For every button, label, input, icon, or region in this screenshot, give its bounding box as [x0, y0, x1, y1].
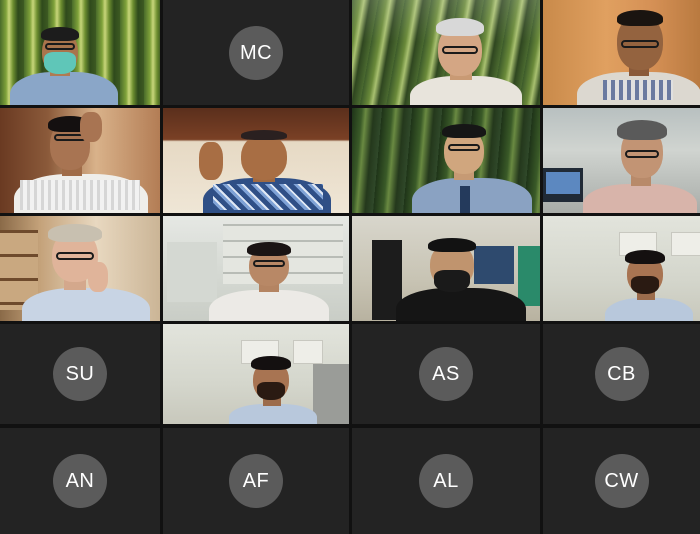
- participant-video-tile[interactable]: [0, 108, 160, 213]
- avatar: AF: [229, 454, 283, 508]
- participant-video-tile[interactable]: [163, 216, 349, 321]
- participant-avatar-tile[interactable]: MC: [163, 0, 349, 105]
- participant-avatar-tile[interactable]: SU: [0, 324, 160, 424]
- avatar: SU: [53, 347, 107, 401]
- participant-video: [352, 0, 540, 105]
- participant-video-tile[interactable]: [543, 216, 700, 321]
- participant-avatar-tile[interactable]: AF: [163, 428, 349, 534]
- participant-video: [163, 324, 349, 424]
- participant-video-tile[interactable]: [543, 108, 700, 213]
- avatar: AL: [419, 454, 473, 508]
- participant-video: [0, 216, 160, 321]
- participant-video-tile[interactable]: [163, 108, 349, 213]
- participant-video: [543, 216, 700, 321]
- participant-video: [352, 108, 540, 213]
- participant-video: [163, 216, 349, 321]
- participant-video-tile[interactable]: [0, 0, 160, 105]
- participant-video-tile[interactable]: [543, 0, 700, 105]
- participant-video-tile[interactable]: [352, 108, 540, 213]
- participant-video: [352, 216, 540, 321]
- participant-video: [543, 108, 700, 213]
- participant-video-tile[interactable]: [352, 0, 540, 105]
- participant-video: [0, 108, 160, 213]
- participant-avatar-tile[interactable]: AS: [352, 324, 540, 424]
- participant-video-tile[interactable]: [163, 324, 349, 424]
- participant-video-tile[interactable]: [352, 216, 540, 321]
- participant-avatar-tile[interactable]: AN: [0, 428, 160, 534]
- avatar: CB: [594, 347, 649, 401]
- avatar: AS: [419, 347, 473, 401]
- meeting-gallery-grid: MC SU AS CB AN AF AL CW: [0, 0, 700, 534]
- participant-avatar-tile[interactable]: AL: [352, 428, 540, 534]
- participant-video-tile[interactable]: [0, 216, 160, 321]
- participant-video: [163, 108, 349, 213]
- avatar: AN: [53, 454, 107, 508]
- participant-avatar-tile[interactable]: CW: [543, 428, 700, 534]
- avatar: MC: [229, 25, 283, 80]
- participant-video: [543, 0, 700, 105]
- participant-avatar-tile[interactable]: CB: [543, 324, 700, 424]
- participant-video: [0, 0, 160, 105]
- avatar: CW: [594, 454, 649, 508]
